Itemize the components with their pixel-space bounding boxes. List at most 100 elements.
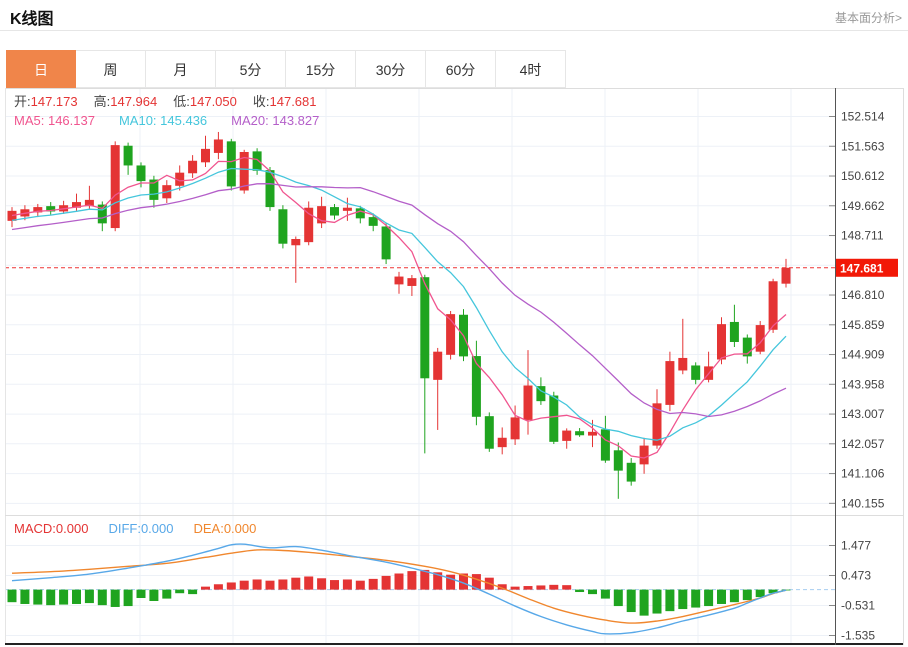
ma10-value: 145.436 — [160, 113, 208, 128]
macd-bar — [33, 589, 43, 605]
macd-bar — [317, 578, 327, 590]
candle-body — [613, 450, 623, 471]
candle-body — [407, 278, 417, 286]
macd-label: MACD: — [14, 521, 56, 536]
candle-body — [291, 239, 301, 246]
macd-bar — [729, 589, 739, 603]
macd-bar — [97, 589, 107, 606]
candle-body — [588, 431, 597, 436]
ohlc-close-value: 147.681 — [269, 94, 317, 109]
ma5-value: 146.137 — [47, 113, 95, 128]
macd-bar — [162, 589, 172, 599]
ohlc-legend: 开:147.173 高:147.964 低:147.050 收:147.681 — [14, 94, 333, 110]
macd-bar — [226, 582, 236, 590]
candle-body — [639, 445, 649, 465]
macd-bar — [278, 579, 288, 590]
price-tick-label: 149.662 — [841, 199, 885, 213]
macd-bar — [136, 589, 146, 598]
dea-label: DEA: — [193, 521, 224, 536]
macd-bar — [123, 589, 133, 607]
macd-tick-label: 1.477 — [841, 539, 871, 553]
macd-bar — [188, 589, 198, 595]
candle-body — [201, 148, 210, 163]
dea-value-legend: DEA:0.000 — [193, 521, 256, 536]
macd-bar — [330, 580, 339, 590]
macd-bar — [510, 586, 520, 590]
candle-body — [678, 357, 688, 371]
ohlc-low-value: 147.050 — [189, 94, 237, 109]
price-tick-label: 140.155 — [841, 496, 885, 510]
ma5-legend: MA5: 146.137 — [14, 113, 95, 128]
macd-bar — [72, 589, 81, 604]
candle-body — [433, 351, 443, 380]
macd-bar — [549, 584, 559, 590]
candle-body — [781, 267, 791, 284]
macd-bar — [704, 589, 714, 607]
candle-body — [110, 145, 120, 229]
macd-bar — [755, 589, 765, 598]
macd-bar — [717, 589, 726, 604]
ma-legend: MA5: 146.137 MA10: 145.436 MA20: 143.827 — [14, 113, 343, 129]
macd-bar — [7, 589, 17, 603]
macd-tick-label: 0.473 — [841, 569, 871, 583]
macd-bar — [59, 589, 69, 605]
ma10-label: MA10: — [118, 113, 157, 128]
candle-body — [420, 277, 430, 379]
macd-bar — [394, 573, 404, 590]
candle-body — [123, 145, 133, 166]
kline-widget: K线图 基本面分析> 日周月 5分 15分 30分 60分 4时 152.514 151.5… — [0, 0, 908, 647]
macd-bar — [239, 580, 249, 590]
price-tick-label: 146.810 — [841, 288, 885, 302]
ma5-label: MA5: — [14, 113, 45, 128]
macd-bar — [626, 589, 636, 613]
macd-bar — [213, 584, 223, 590]
macd-bar — [742, 589, 752, 601]
macd-bar — [420, 569, 430, 590]
macd-bar — [265, 580, 275, 590]
ohlc-low-label: 低: — [173, 94, 190, 109]
macd-tick-label: -1.535 — [841, 628, 875, 642]
macd-bar — [575, 589, 585, 593]
price-tick-label: 141.106 — [841, 467, 885, 481]
candle-body — [626, 462, 636, 482]
ohlc-high-label: 高: — [93, 94, 111, 109]
candle-body — [342, 207, 352, 211]
ohlc-open-label: 开: — [14, 94, 31, 109]
candle-body — [278, 209, 288, 244]
ma20-label: MA20: — [231, 113, 269, 128]
macd-bar — [523, 586, 533, 590]
macd-value: 0.000 — [55, 521, 89, 536]
macd-tick-label: -0.531 — [841, 598, 875, 612]
ma20-value: 143.827 — [272, 113, 320, 128]
ohlc-close: 收:147.681 — [253, 94, 317, 109]
macd-bar — [652, 589, 662, 614]
price-tick-label: 142.057 — [841, 437, 885, 451]
price-tick-label: 152.514 — [841, 110, 885, 124]
candle-body — [252, 151, 262, 171]
price-tick-label: 150.612 — [841, 169, 885, 183]
macd-bar — [368, 578, 378, 590]
ma10-legend: MA10: 145.436 — [119, 113, 207, 128]
ohlc-open-value: 147.173 — [30, 94, 78, 109]
candle-body — [355, 208, 365, 219]
macd-bar — [84, 589, 94, 604]
price-tick-label: 145.859 — [841, 318, 885, 332]
ma20-legend: MA20: 143.827 — [231, 113, 319, 128]
candle-body — [188, 160, 198, 174]
macd-bar — [665, 589, 675, 612]
price-tick-label: 144.909 — [841, 348, 885, 362]
candle-body — [368, 217, 378, 226]
candle-body — [729, 321, 739, 342]
macd-bar — [304, 576, 314, 590]
candle-body — [381, 226, 391, 260]
price-tick-label: 148.711 — [841, 229, 884, 243]
macd-legend: MACD:0.000 DIFF:0.000 DEA:0.000 — [14, 521, 276, 537]
price-tick-label: 143.007 — [841, 407, 885, 421]
candle-body — [600, 429, 610, 461]
macd-bar — [110, 589, 120, 607]
diff-value-legend: DIFF:0.000 — [108, 521, 173, 536]
macd-bar — [291, 577, 301, 590]
macd-bar — [613, 589, 623, 607]
macd-bar — [407, 571, 417, 590]
dea-value: 0.000 — [223, 521, 257, 536]
